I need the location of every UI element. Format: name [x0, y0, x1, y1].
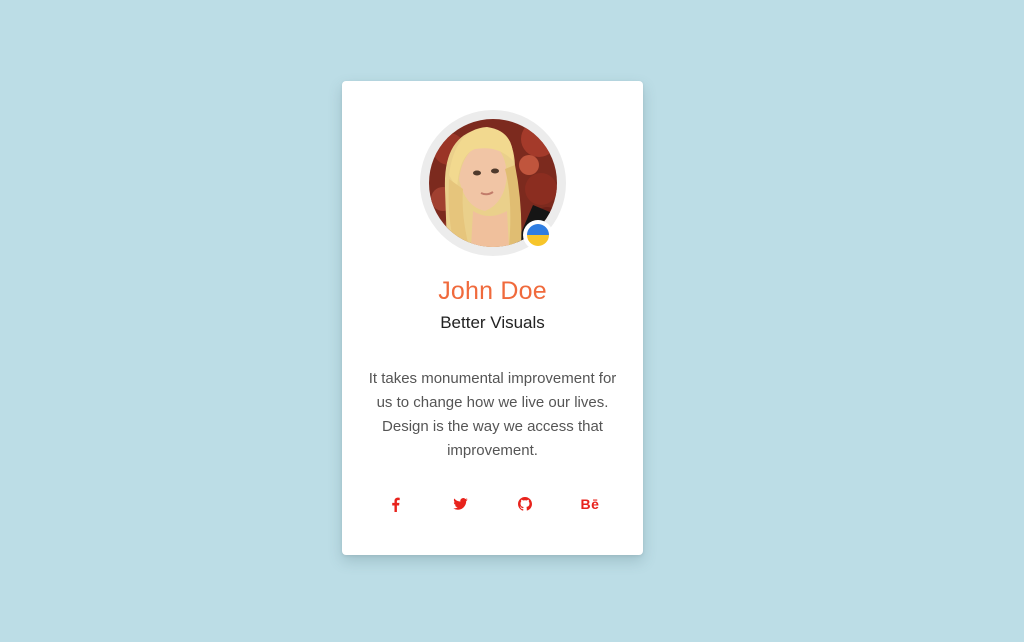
twitter-link[interactable] [450, 493, 470, 515]
avatar-ring [420, 110, 566, 256]
country-badge [523, 220, 553, 250]
twitter-icon [452, 498, 468, 510]
profile-name: John Doe [438, 277, 547, 305]
github-link[interactable] [515, 493, 535, 515]
facebook-link[interactable] [387, 493, 403, 515]
profile-subtitle: Better Visuals [440, 313, 545, 332]
github-icon [518, 497, 532, 511]
behance-link[interactable]: Bē [577, 493, 603, 515]
profile-description: It takes monumental improvement for us t… [368, 370, 617, 459]
facebook-icon [391, 497, 400, 512]
profile-card: John Doe Better Visuals It takes monumen… [342, 81, 643, 555]
ukraine-flag-icon [527, 224, 549, 246]
behance-icon: Bē [580, 496, 600, 512]
